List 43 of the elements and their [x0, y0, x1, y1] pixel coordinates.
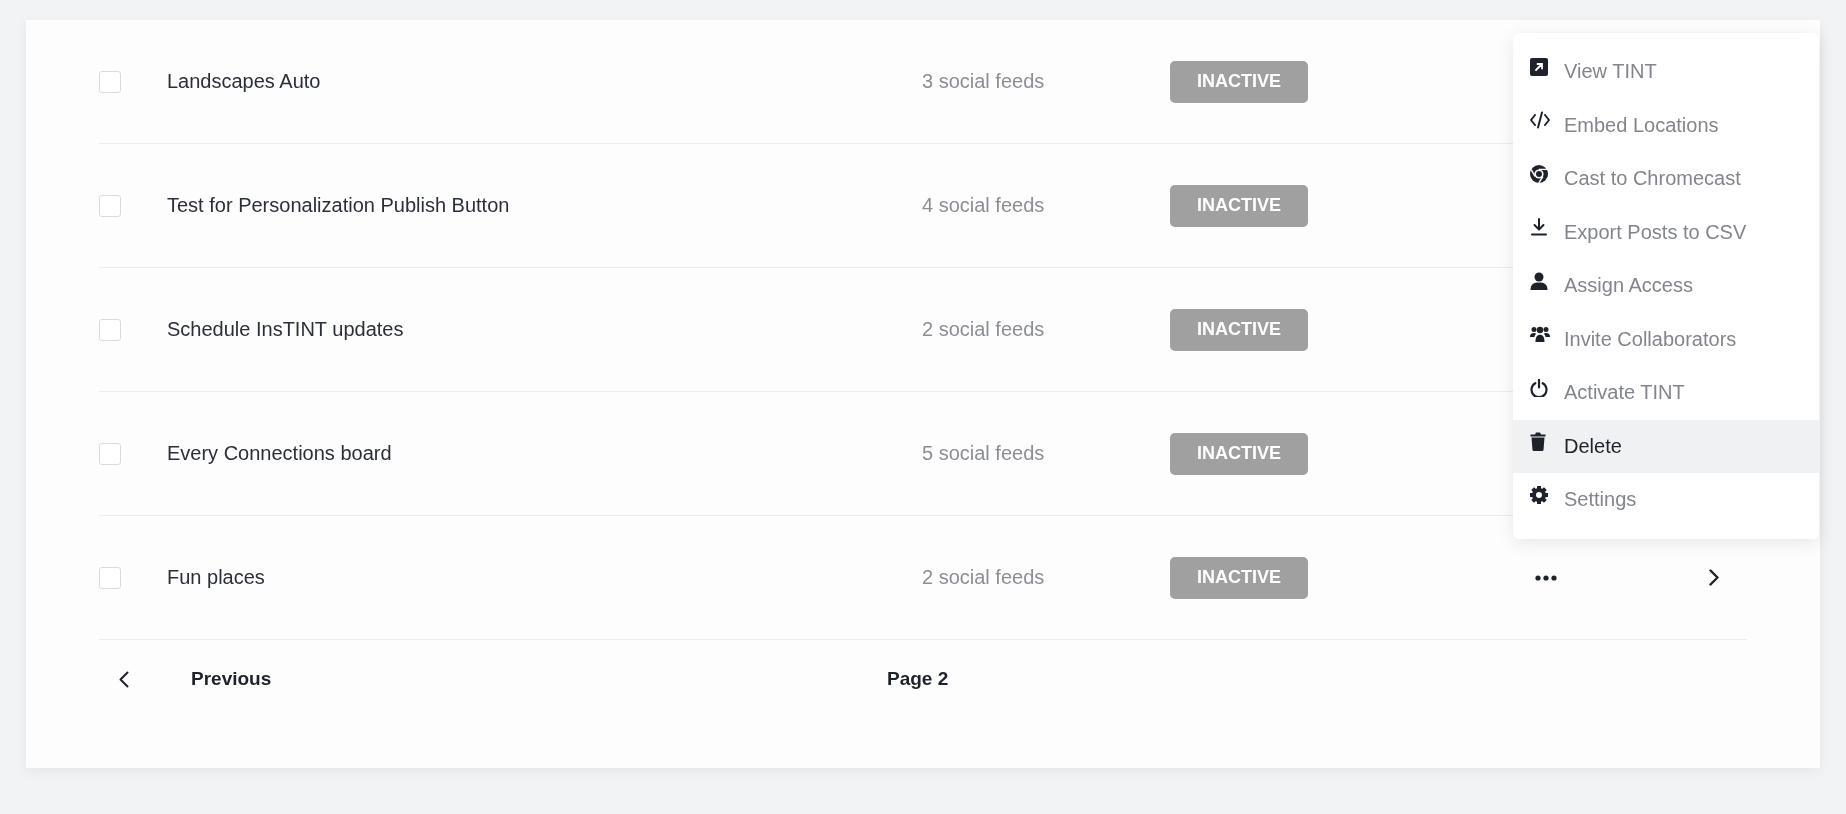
feeds-count: 3 social feeds [922, 70, 1046, 93]
menu-item[interactable]: View TINT [1513, 45, 1819, 99]
page-number: Page 2 [887, 668, 949, 690]
feeds-count: 5 social feeds [922, 442, 1046, 465]
more-icon[interactable] [1535, 574, 1557, 581]
feeds-count: 2 social feeds [922, 566, 1046, 589]
feeds-count: 2 social feeds [922, 318, 1046, 341]
code-icon [1530, 111, 1550, 130]
menu-item[interactable]: Cast to Chromecast [1513, 152, 1819, 206]
status-badge: INACTIVE [1170, 308, 1308, 351]
board-name: Test for Personalization Publish Button [167, 194, 511, 217]
download-icon [1530, 218, 1548, 237]
board-name: Fun places [167, 566, 266, 589]
trash-icon [1530, 431, 1546, 451]
menu-item[interactable]: Delete [1513, 419, 1819, 473]
board-name: Every Connections board [167, 442, 393, 465]
menu-item[interactable]: Invite Collaborators [1513, 312, 1819, 366]
external-link-icon [1530, 57, 1548, 76]
status-badge: INACTIVE [1170, 60, 1308, 103]
row-checkbox[interactable] [99, 70, 121, 93]
power-icon [1530, 378, 1548, 397]
status-badge: INACTIVE [1170, 432, 1308, 475]
chevron-right-icon[interactable] [1709, 569, 1719, 586]
user-icon [1530, 271, 1548, 290]
previous-link[interactable]: Previous [191, 668, 272, 690]
chevron-left-icon[interactable] [119, 670, 129, 688]
board-name: Landscapes Auto [167, 70, 322, 93]
row-checkbox[interactable] [99, 318, 121, 341]
status-badge: INACTIVE [1170, 184, 1308, 227]
settings-icon [1530, 485, 1548, 504]
menu-item[interactable]: Export Posts to CSV [1513, 205, 1819, 259]
row-checkbox[interactable] [99, 442, 121, 465]
menu-item[interactable]: Assign Access [1513, 259, 1819, 313]
menu-item[interactable]: Settings [1513, 473, 1819, 527]
feeds-count: 4 social feeds [922, 194, 1046, 217]
row-checkbox[interactable] [99, 194, 121, 217]
users-icon [1530, 326, 1550, 343]
board-name: Schedule InsTINT updates [167, 318, 405, 341]
menu-item[interactable]: Embed Locations [1513, 98, 1819, 152]
status-badge: INACTIVE [1170, 556, 1308, 599]
menu-item[interactable]: Activate TINT [1513, 366, 1819, 420]
row-checkbox[interactable] [99, 566, 121, 589]
circle-logo-icon [1530, 164, 1548, 183]
